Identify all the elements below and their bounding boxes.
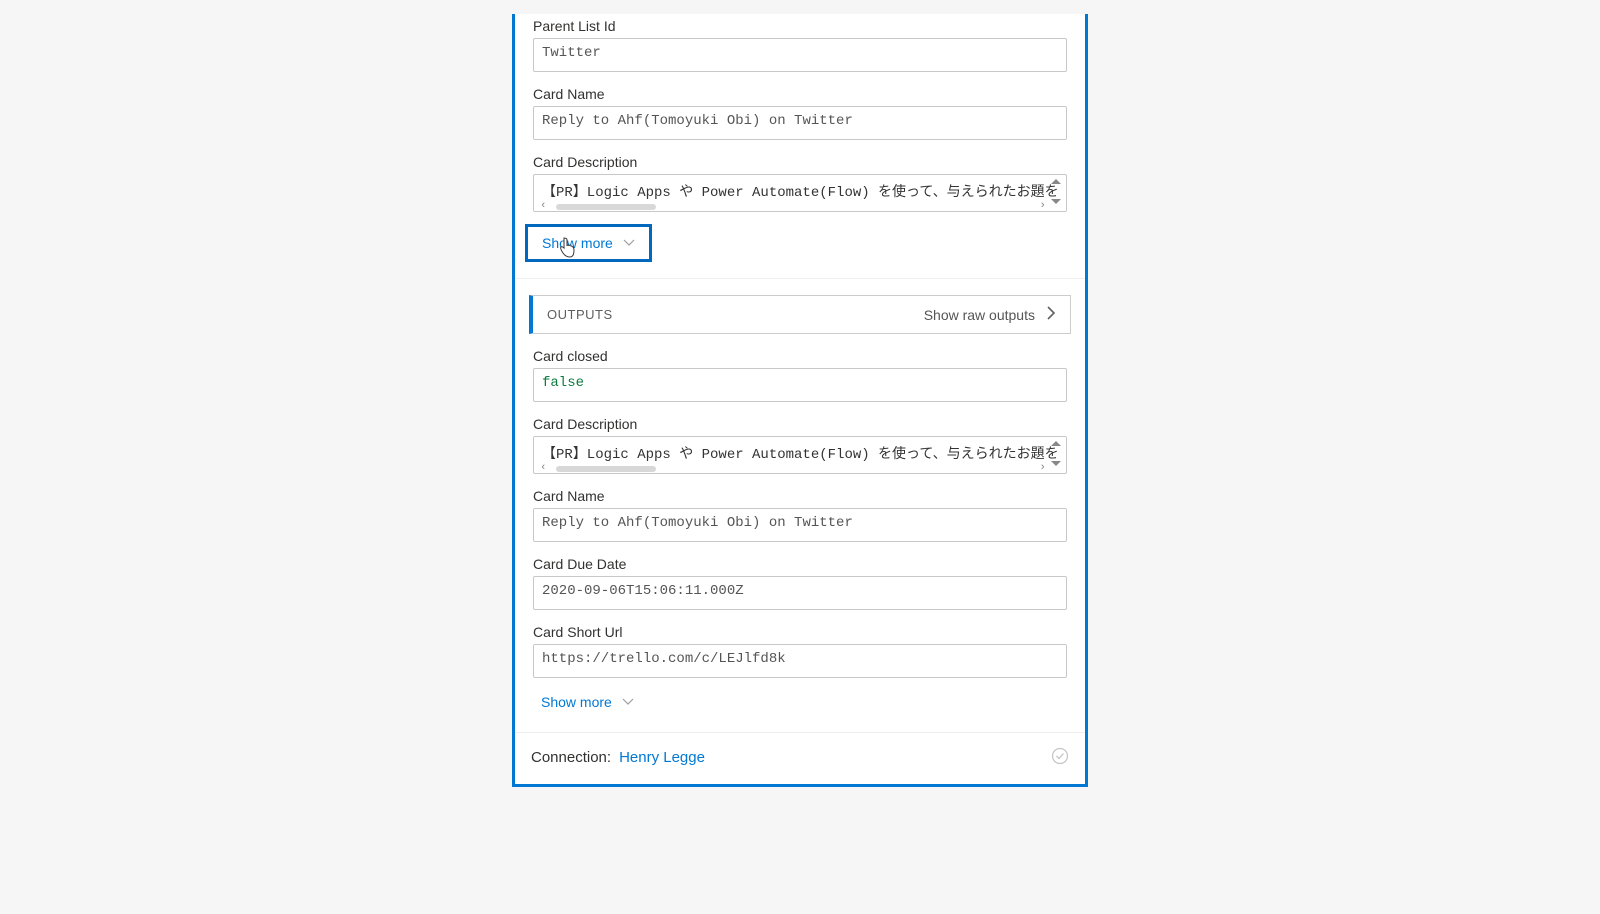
connection-row: Connection: Henry Legge [515, 732, 1085, 774]
field-value-card-closed[interactable]: false [533, 368, 1067, 402]
action-card: Parent List Id Twitter Card Name Reply t… [512, 14, 1088, 787]
chevron-right-icon [1047, 306, 1056, 323]
connection-name-link[interactable]: Henry Legge [619, 749, 705, 766]
outputs-section: Card closed false Card Description 【PR】L… [515, 348, 1085, 722]
field-label-parent-list-id: Parent List Id [533, 14, 1067, 34]
horizontal-scroll[interactable]: ‹ › [540, 462, 1046, 474]
field-label-card-name-out: Card Name [533, 488, 1067, 504]
scroll-up-icon[interactable] [1049, 179, 1063, 188]
outputs-header: OUTPUTS Show raw outputs [529, 295, 1071, 334]
chevron-down-icon [622, 698, 634, 706]
field-label-card-name: Card Name [533, 86, 1067, 102]
field-label-card-due-date: Card Due Date [533, 556, 1067, 572]
scroll-down-icon[interactable] [1049, 198, 1063, 207]
field-value-parent-list-id[interactable]: Twitter [533, 38, 1067, 72]
field-value-card-name-out[interactable]: Reply to Ahf(Tomoyuki Obi) on Twitter [533, 508, 1067, 542]
field-label-card-description: Card Description [533, 154, 1067, 170]
show-raw-outputs-link[interactable]: Show raw outputs [924, 306, 1056, 323]
show-more-inputs-link[interactable]: Show more [525, 224, 652, 262]
field-value-card-name[interactable]: Reply to Ahf(Tomoyuki Obi) on Twitter [533, 106, 1067, 140]
vertical-scroll[interactable] [1049, 179, 1063, 207]
outputs-header-wrap: OUTPUTS Show raw outputs [515, 279, 1085, 334]
scroll-up-icon[interactable] [1049, 441, 1063, 450]
field-label-card-closed: Card closed [533, 348, 1067, 364]
field-label-card-description-out: Card Description [533, 416, 1067, 432]
show-more-label: Show more [541, 694, 612, 710]
scroll-left-icon[interactable]: ‹ [540, 200, 547, 212]
field-value-card-due-date[interactable]: 2020-09-06T15:06:11.000Z [533, 576, 1067, 610]
outputs-title: OUTPUTS [547, 307, 613, 322]
field-value-card-description[interactable]: 【PR】Logic Apps や Power Automate(Flow) を使… [533, 174, 1067, 212]
scroll-right-icon[interactable]: › [1039, 200, 1046, 212]
inputs-section: Parent List Id Twitter Card Name Reply t… [515, 14, 1085, 279]
connection-label: Connection: [531, 749, 611, 766]
scroll-right-icon[interactable]: › [1039, 462, 1046, 474]
show-more-outputs-link[interactable]: Show more [533, 690, 642, 714]
scroll-left-icon[interactable]: ‹ [540, 462, 547, 474]
chevron-down-icon [623, 239, 635, 247]
horizontal-scroll[interactable]: ‹ › [540, 200, 1046, 212]
vertical-scroll[interactable] [1049, 441, 1063, 469]
scroll-down-icon[interactable] [1049, 460, 1063, 469]
field-label-card-short-url: Card Short Url [533, 624, 1067, 640]
field-value-card-description-out[interactable]: 【PR】Logic Apps や Power Automate(Flow) を使… [533, 436, 1067, 474]
field-value-card-short-url[interactable]: https://trello.com/c/LEJlfd8k [533, 644, 1067, 678]
success-check-icon [1051, 747, 1069, 768]
show-more-label: Show more [542, 235, 613, 251]
